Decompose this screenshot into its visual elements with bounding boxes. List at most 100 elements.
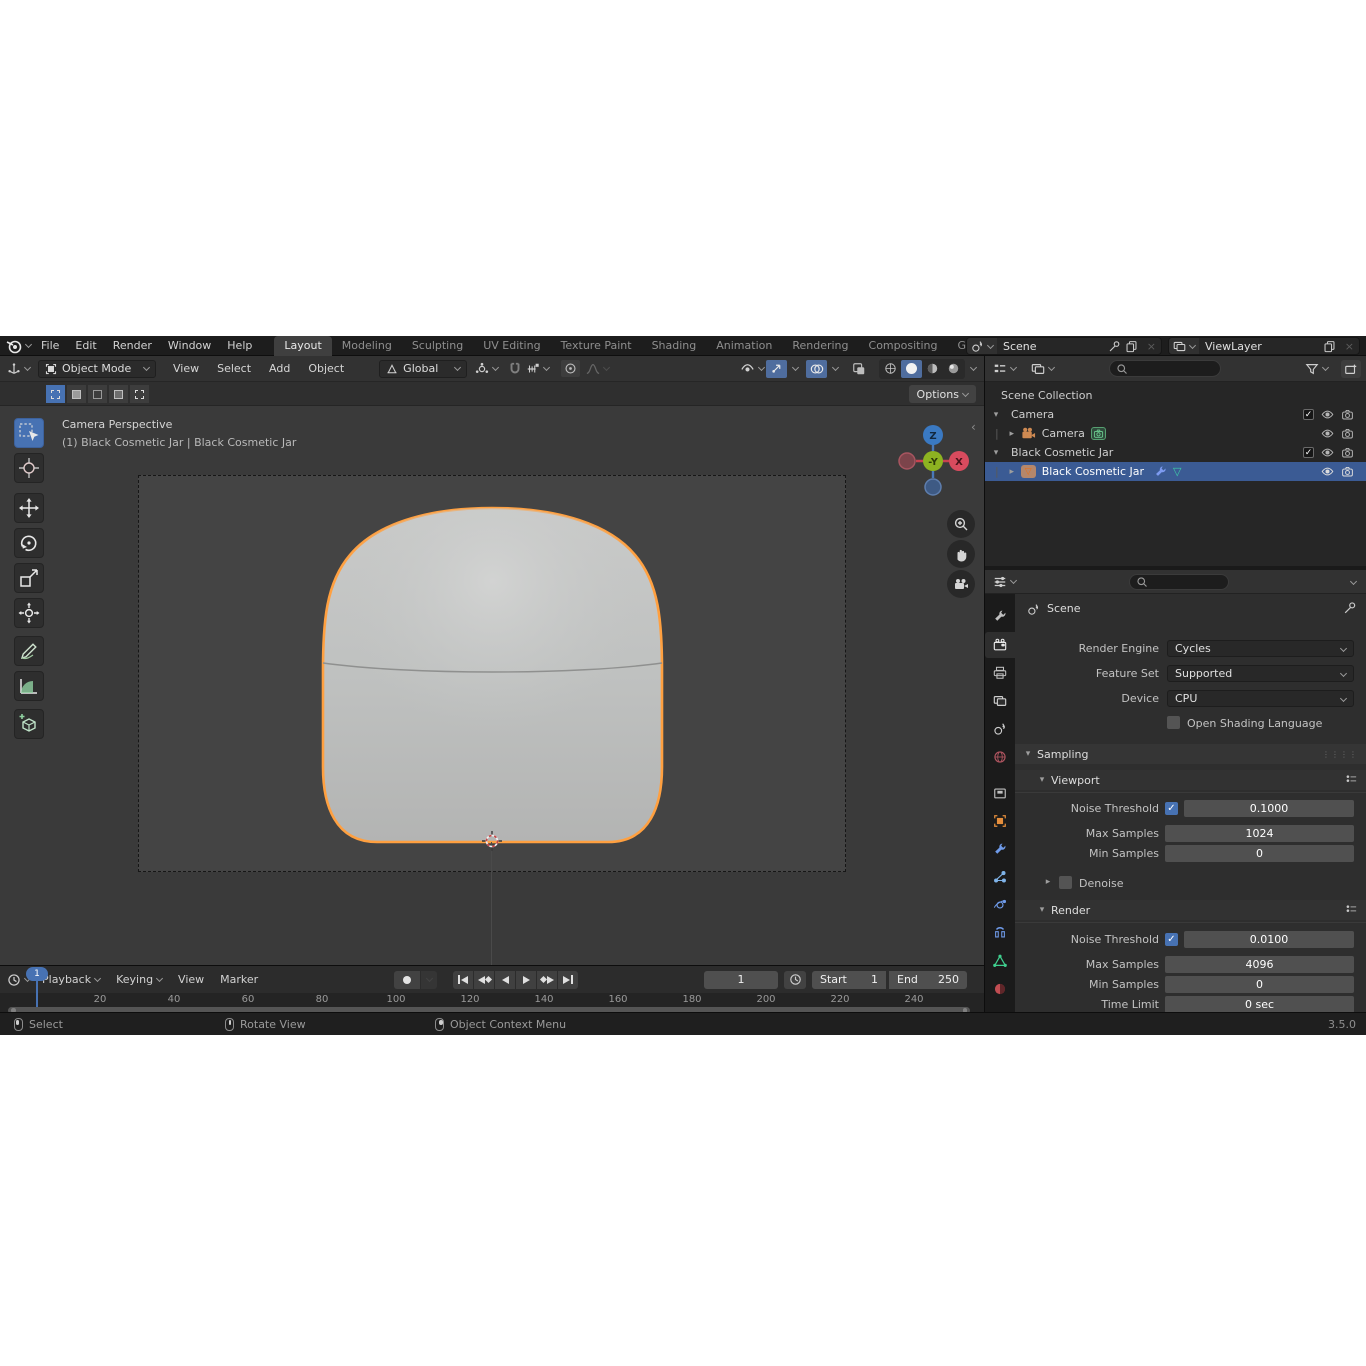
overlays-dropdown-chevron[interactable] xyxy=(831,363,840,372)
menu-view-timeline[interactable]: View xyxy=(170,973,212,986)
shading-material-button[interactable] xyxy=(922,360,943,378)
render-visibility-icon[interactable] xyxy=(1341,446,1354,460)
tab-material-properties[interactable] xyxy=(985,976,1015,1002)
hide-eye-icon[interactable] xyxy=(1321,446,1334,460)
tab-object-properties[interactable] xyxy=(985,808,1015,834)
select-mode-extend-button[interactable] xyxy=(67,385,86,403)
outliner-row-scene-collection[interactable]: Scene Collection xyxy=(985,386,1366,405)
properties-search-input[interactable] xyxy=(1129,574,1229,590)
tab-rendering[interactable]: Rendering xyxy=(782,336,858,356)
shading-rendered-button[interactable] xyxy=(943,360,964,378)
shading-wireframe-button[interactable] xyxy=(880,360,901,378)
tab-modeling[interactable]: Modeling xyxy=(332,336,402,356)
scene-icon[interactable] xyxy=(967,338,997,354)
sampling-panel-header[interactable]: ▾ Sampling ⋮⋮⋮⋮ xyxy=(1015,744,1366,764)
outliner-filter-icon[interactable] xyxy=(1305,362,1330,376)
menu-keying[interactable]: Keying xyxy=(108,973,170,986)
navigation-gizmo[interactable]: Z X -Y xyxy=(894,422,972,500)
viewport-noise-threshold-checkbox[interactable]: ✓ xyxy=(1165,802,1178,815)
mode-dropdown[interactable]: Object Mode xyxy=(38,359,156,378)
cosmetic-jar-model[interactable] xyxy=(318,503,667,847)
frame-start-field[interactable]: Start 1 xyxy=(812,970,886,989)
tool-add-cube[interactable] xyxy=(14,709,44,739)
current-frame-field[interactable]: 1 xyxy=(704,970,778,989)
tab-view-layer-properties[interactable] xyxy=(985,688,1015,714)
tab-texture-paint[interactable]: Texture Paint xyxy=(551,336,642,356)
jump-to-start-button[interactable] xyxy=(453,970,474,989)
proportional-editing-icon[interactable] xyxy=(561,359,581,378)
select-mode-intersect-button[interactable] xyxy=(130,385,149,403)
tab-layout[interactable]: Layout xyxy=(274,336,332,356)
tab-compositing[interactable]: Compositing xyxy=(859,336,948,356)
gizmo-dropdown-chevron[interactable] xyxy=(791,363,800,372)
render-noise-threshold-value[interactable]: 0.0100 xyxy=(1184,931,1354,948)
properties-editor-type-icon[interactable] xyxy=(993,575,1018,589)
panel-drag-dots[interactable]: ⋮⋮⋮⋮ xyxy=(1322,750,1358,759)
menu-render[interactable]: Render xyxy=(105,336,160,356)
tool-cursor[interactable] xyxy=(14,453,44,483)
frame-end-field[interactable]: End 250 xyxy=(889,970,967,989)
jump-to-end-button[interactable] xyxy=(558,970,579,989)
menu-add[interactable]: Add xyxy=(260,362,299,375)
tab-shading[interactable]: Shading xyxy=(642,336,707,356)
tab-animation[interactable]: Animation xyxy=(706,336,782,356)
expand-icon[interactable]: ▾ xyxy=(991,410,1001,420)
unlink-scene-icon[interactable]: × xyxy=(1142,340,1161,353)
menu-marker[interactable]: Marker xyxy=(212,973,266,986)
outliner-search-input[interactable] xyxy=(1109,360,1221,377)
preset-menu-icon[interactable]: •─ •─ xyxy=(1345,904,1356,917)
transform-orientation-dropdown[interactable]: Global xyxy=(379,359,468,378)
new-collection-button[interactable] xyxy=(1341,360,1361,378)
use-preview-range-button[interactable] xyxy=(784,970,806,989)
blender-logo-icon[interactable] xyxy=(6,338,33,354)
preset-menu-icon[interactable]: •─ •─ xyxy=(1345,774,1356,787)
viewlayer-name[interactable]: ViewLayer xyxy=(1199,340,1319,353)
pin-id-icon[interactable] xyxy=(1343,601,1357,615)
tool-transform[interactable] xyxy=(14,598,44,628)
tab-scene-properties[interactable] xyxy=(985,716,1015,742)
tool-move[interactable] xyxy=(14,493,44,523)
modifier-wrench-icon[interactable] xyxy=(1154,465,1167,479)
tab-particles-properties[interactable] xyxy=(985,864,1015,890)
shading-dropdown-chevron[interactable] xyxy=(969,363,978,372)
auto-keying-button[interactable] xyxy=(394,970,421,989)
render-max-samples-value[interactable]: 4096 xyxy=(1165,956,1354,973)
tab-constraints-properties[interactable] xyxy=(985,920,1015,946)
tool-annotate[interactable] xyxy=(14,636,44,666)
region-collapse-arrow[interactable]: ‹ xyxy=(971,420,976,434)
previous-keyframe-button[interactable] xyxy=(474,970,495,989)
proportional-falloff-icon[interactable] xyxy=(586,362,611,376)
render-noise-threshold-checkbox[interactable]: ✓ xyxy=(1165,933,1178,946)
menu-view[interactable]: View xyxy=(164,362,208,375)
playhead-frame-badge[interactable]: 1 xyxy=(26,967,48,981)
properties-options-chevron[interactable] xyxy=(1349,577,1358,586)
menu-object[interactable]: Object xyxy=(299,362,353,375)
select-mode-invert-button[interactable] xyxy=(109,385,128,403)
pan-hand-button[interactable] xyxy=(947,540,975,568)
render-visibility-icon[interactable] xyxy=(1341,465,1354,479)
viewlayer-selector[interactable]: ViewLayer × xyxy=(1168,337,1360,355)
hide-eye-icon[interactable] xyxy=(1321,427,1334,441)
snap-magnet-icon[interactable] xyxy=(508,362,522,376)
viewport-noise-threshold-value[interactable]: 0.1000 xyxy=(1184,800,1354,817)
shading-solid-button[interactable] xyxy=(901,359,922,378)
select-mode-set-button[interactable] xyxy=(46,385,65,403)
camera-view-button[interactable] xyxy=(947,570,975,598)
expand-icon[interactable]: ▾ xyxy=(991,448,1001,458)
menu-edit[interactable]: Edit xyxy=(67,336,104,356)
menu-select[interactable]: Select xyxy=(208,362,260,375)
xray-toggle[interactable] xyxy=(848,360,869,378)
tab-physics-properties[interactable] xyxy=(985,892,1015,918)
denoise-checkbox[interactable] xyxy=(1059,876,1072,889)
editor-type-3d-viewport-icon[interactable] xyxy=(0,362,34,376)
viewport-max-samples-value[interactable]: 1024 xyxy=(1165,825,1354,842)
osl-checkbox[interactable] xyxy=(1167,716,1180,729)
render-visibility-icon[interactable] xyxy=(1341,427,1354,441)
tool-rotate[interactable] xyxy=(14,528,44,558)
render-visibility-icon[interactable] xyxy=(1341,408,1354,422)
new-scene-icon[interactable] xyxy=(1121,339,1142,353)
viewport-subpanel-header[interactable]: ▾ Viewport •─ •─ xyxy=(1015,770,1366,790)
tab-uv-editing[interactable]: UV Editing xyxy=(473,336,550,356)
expand-icon[interactable]: ▸ xyxy=(1007,429,1017,439)
tab-tool-properties[interactable] xyxy=(985,603,1015,629)
